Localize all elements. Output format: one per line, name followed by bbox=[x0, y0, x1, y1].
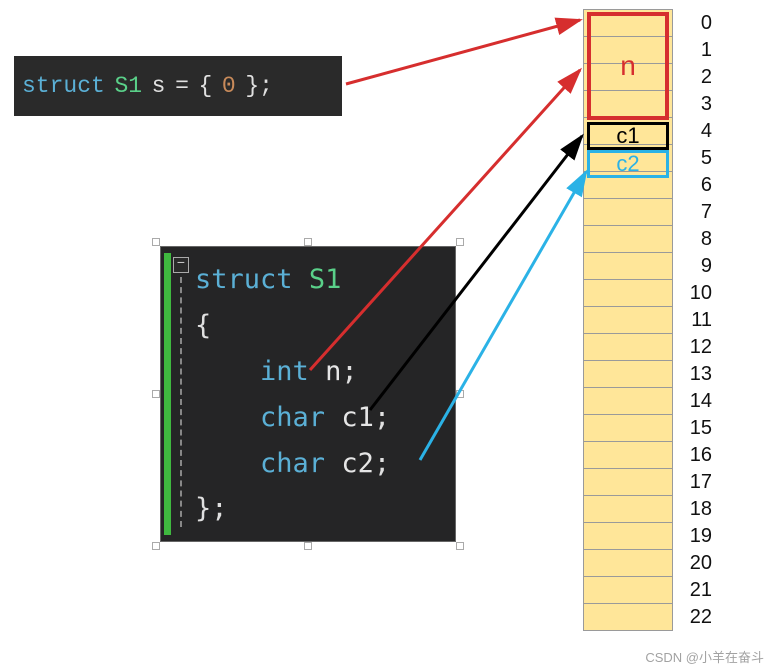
collapse-icon: − bbox=[173, 257, 189, 273]
selection-handle bbox=[304, 542, 312, 550]
memory-grid bbox=[583, 10, 673, 631]
memory-cell bbox=[583, 171, 673, 199]
memory-cell bbox=[583, 549, 673, 577]
row-label: 20 bbox=[682, 549, 712, 577]
row-label: 8 bbox=[682, 225, 712, 253]
semi: ; bbox=[374, 448, 390, 479]
row-label: 3 bbox=[682, 90, 712, 118]
row-label: 22 bbox=[682, 603, 712, 631]
memory-cell bbox=[583, 9, 673, 37]
selection-handle bbox=[456, 238, 464, 246]
memory-cell bbox=[583, 387, 673, 415]
row-label: 13 bbox=[682, 360, 712, 388]
memory-cell bbox=[583, 279, 673, 307]
watermark: CSDN @小羊在奋斗 bbox=[645, 647, 764, 666]
kw-struct: struct bbox=[195, 264, 293, 295]
memory-cell bbox=[583, 306, 673, 334]
brace-open: { bbox=[195, 310, 211, 341]
editor-gutter bbox=[164, 253, 171, 535]
memory-cell bbox=[583, 36, 673, 64]
brace-close: }; bbox=[195, 493, 228, 524]
memory-cell bbox=[583, 468, 673, 496]
code-value: 0 bbox=[222, 73, 236, 99]
kw-int: int bbox=[260, 356, 309, 387]
row-label: 11 bbox=[682, 306, 712, 334]
memory-cell bbox=[583, 63, 673, 91]
row-label: 17 bbox=[682, 468, 712, 496]
memory-cell bbox=[583, 252, 673, 280]
memory-cell bbox=[583, 225, 673, 253]
row-label: 9 bbox=[682, 252, 712, 280]
arrow-init-to-n bbox=[346, 20, 580, 84]
row-label: 7 bbox=[682, 198, 712, 226]
row-label: 0 bbox=[682, 9, 712, 37]
selection-handle bbox=[456, 390, 464, 398]
code-init-box: struct S1 s = { 0 } ; bbox=[14, 56, 342, 116]
code-struct-def: struct S1 { int n; char c1; char c2; }; bbox=[195, 257, 390, 532]
field-c2: c2 bbox=[341, 448, 374, 479]
row-label: 12 bbox=[682, 333, 712, 361]
selection-handle bbox=[304, 238, 312, 246]
row-label: 1 bbox=[682, 36, 712, 64]
selection-handle bbox=[152, 390, 160, 398]
row-label: 2 bbox=[682, 63, 712, 91]
fold-line bbox=[180, 277, 182, 527]
code-struct-def-box: − struct S1 { int n; char c1; char c2; }… bbox=[160, 246, 456, 542]
row-label: 18 bbox=[682, 495, 712, 523]
semi: ; bbox=[341, 356, 357, 387]
code-variable: s bbox=[152, 73, 166, 99]
memory-cell bbox=[583, 522, 673, 550]
row-label: 4 bbox=[682, 117, 712, 145]
semi: ; bbox=[374, 402, 390, 433]
code-semi: ; bbox=[259, 73, 273, 99]
memory-cell bbox=[583, 576, 673, 604]
memory-cell bbox=[583, 603, 673, 631]
memory-cell bbox=[583, 90, 673, 118]
row-label: 16 bbox=[682, 441, 712, 469]
code-brace-close: } bbox=[245, 73, 259, 99]
selection-handle bbox=[456, 542, 464, 550]
code-type: S1 bbox=[114, 73, 142, 99]
type-s1: S1 bbox=[309, 264, 342, 295]
memory-cell bbox=[583, 333, 673, 361]
code-brace-open: { bbox=[199, 73, 213, 99]
memory-cell bbox=[583, 144, 673, 172]
kw-char1: char bbox=[260, 402, 325, 433]
row-label: 19 bbox=[682, 522, 712, 550]
row-label: 5 bbox=[682, 144, 712, 172]
selection-handle bbox=[152, 238, 160, 246]
row-label: 14 bbox=[682, 387, 712, 415]
kw-char2: char bbox=[260, 448, 325, 479]
memory-row-labels: 0 1 2 3 4 5 6 7 8 9 10 11 12 13 14 15 16… bbox=[682, 10, 712, 631]
memory-cell bbox=[583, 441, 673, 469]
memory-cell bbox=[583, 495, 673, 523]
code-equals: = bbox=[175, 73, 189, 99]
code-keyword: struct bbox=[22, 73, 105, 99]
memory-cell bbox=[583, 360, 673, 388]
memory-cell bbox=[583, 414, 673, 442]
row-label: 15 bbox=[682, 414, 712, 442]
field-c1: c1 bbox=[341, 402, 374, 433]
field-n: n bbox=[325, 356, 341, 387]
memory-cell bbox=[583, 198, 673, 226]
selection-handle bbox=[152, 542, 160, 550]
row-label: 6 bbox=[682, 171, 712, 199]
row-label: 21 bbox=[682, 576, 712, 604]
row-label: 10 bbox=[682, 279, 712, 307]
memory-cell bbox=[583, 117, 673, 145]
